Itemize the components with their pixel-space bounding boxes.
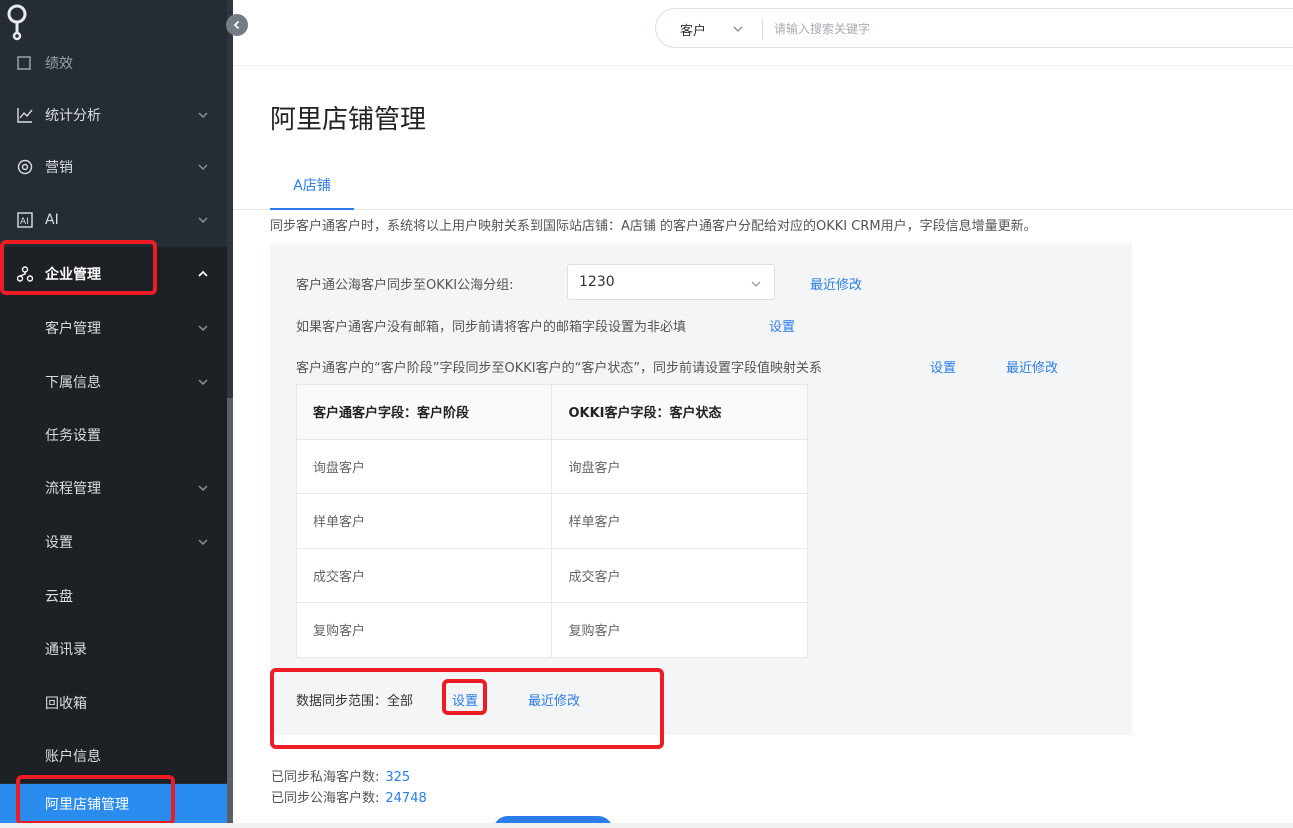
public-pool-group-value: 1230 xyxy=(579,274,615,290)
sidebar-item-recycle-bin[interactable]: 回收箱 xyxy=(0,676,227,730)
chevron-down-icon xyxy=(198,164,208,171)
sync-range-recent-link[interactable]: 最近修改 xyxy=(528,690,580,709)
chevron-down-icon[interactable] xyxy=(732,23,744,35)
table-row: 成交客户 成交客户 xyxy=(295,547,808,603)
search-type-select[interactable]: 客户 xyxy=(680,20,706,39)
table-header-cell: OKKI客户字段：客户状态 xyxy=(551,384,808,440)
table-cell: 样单客户 xyxy=(295,493,553,549)
sidebar-item-enterprise[interactable]: 企业管理 xyxy=(0,247,227,301)
stage-mapping-recent-link[interactable]: 最近修改 xyxy=(1006,357,1058,376)
top-header: 客户 xyxy=(233,0,1293,66)
line-chart-icon xyxy=(17,108,33,123)
chevron-down-icon xyxy=(198,485,208,492)
table-cell: 成交客户 xyxy=(551,547,808,603)
org-chart-icon xyxy=(17,266,33,282)
sidebar-item-subordinate-info[interactable]: 下属信息 xyxy=(0,355,227,409)
sync-range-label: 数据同步范围：全部 xyxy=(296,694,414,709)
chevron-left-icon xyxy=(233,20,240,30)
table-cell: 复购客户 xyxy=(295,602,553,658)
chevron-down-icon xyxy=(198,217,208,224)
table-row: 样单客户 样单客户 xyxy=(295,493,808,549)
search-divider xyxy=(762,18,763,40)
chevron-down-icon xyxy=(198,112,208,119)
table-cell: 复购客户 xyxy=(551,602,808,658)
ai-icon: AI xyxy=(17,212,33,228)
sidebar-item-contacts[interactable]: 通讯录 xyxy=(0,622,227,676)
store-tabs: A店铺 xyxy=(233,160,1293,210)
sidebar-scrollbar[interactable] xyxy=(227,398,233,823)
bottom-edge xyxy=(0,823,1293,828)
sidebar-item-account-info[interactable]: 账户信息 xyxy=(0,729,227,783)
tab-active-indicator xyxy=(270,208,354,210)
recent-changes-link[interactable]: 最近修改 xyxy=(810,274,862,293)
stage-mapping-note: 客户通客户的“客户阶段”字段同步至OKKI客户的“客户状态”，同步前请设置字段值… xyxy=(296,361,823,376)
logo-icon xyxy=(7,4,27,41)
chevron-down-icon xyxy=(198,325,208,332)
chevron-down-icon xyxy=(751,281,761,287)
sync-settings-panel: 客户通公海客户同步至OKKI公海分组: 1230 最近修改 如果客户通客户没有邮… xyxy=(270,243,1132,735)
search-input[interactable] xyxy=(774,18,1274,40)
stage-mapping-setting-link[interactable]: 设置 xyxy=(930,357,956,376)
sidebar-item-marketing[interactable]: 营销 xyxy=(0,140,227,194)
page-title: 阿里店铺管理 xyxy=(270,105,427,135)
sidebar-item-cloud-disk[interactable]: 云盘 xyxy=(0,569,227,623)
sidebar-item-workflow[interactable]: 流程管理 xyxy=(0,461,227,515)
sidebar-item-partial[interactable]: 绩效 xyxy=(0,50,227,74)
sidebar-item-task-settings[interactable]: 任务设置 xyxy=(0,408,227,462)
email-setting-link[interactable]: 设置 xyxy=(769,316,795,335)
sync-range-setting-link[interactable]: 设置 xyxy=(452,690,478,709)
public-pool-sync-label: 客户通公海客户同步至OKKI公海分组: xyxy=(296,278,514,293)
table-row: 询盘客户 询盘客户 xyxy=(295,438,808,494)
table-header-cell: 客户通客户字段：客户阶段 xyxy=(295,384,553,440)
field-mapping-table: 客户通客户字段：客户阶段 OKKI客户字段：客户状态 询盘客户 询盘客户 样单客… xyxy=(295,384,808,658)
sidebar-collapse-button[interactable] xyxy=(226,14,248,36)
target-icon xyxy=(17,159,33,175)
public-pool-sync-count: 已同步公海客户数: 24748 xyxy=(271,791,427,806)
table-cell: 样单客户 xyxy=(551,493,808,549)
private-pool-sync-count: 已同步私海客户数: 325 xyxy=(271,770,411,785)
table-cell: 询盘客户 xyxy=(551,438,808,494)
sync-description: 同步客户通客户时，系统将以上用户映射关系到国际站店铺：A店铺 的客户通客户分配给… xyxy=(270,219,1037,234)
sidebar-item-settings[interactable]: 设置 xyxy=(0,515,227,569)
global-search: 客户 xyxy=(655,8,1293,48)
sidebar: 绩效 统计分析 营销 AI AI 企业管理 客户管理 下属信息 任务设置 流程管… xyxy=(0,0,227,828)
sidebar-item-ali-store-management[interactable]: 阿里店铺管理 xyxy=(0,784,227,824)
chevron-up-icon xyxy=(198,270,208,277)
sidebar-item-customer-management[interactable]: 客户管理 xyxy=(0,301,227,355)
table-cell: 询盘客户 xyxy=(295,438,553,494)
public-pool-group-select[interactable]: 1230 xyxy=(567,264,775,300)
table-cell: 成交客户 xyxy=(295,547,553,603)
sidebar-item-analytics[interactable]: 统计分析 xyxy=(0,88,227,142)
tab-a-store[interactable]: A店铺 xyxy=(270,160,354,210)
chevron-down-icon xyxy=(198,379,208,386)
svg-text:AI: AI xyxy=(20,217,29,227)
table-row: 复购客户 复购客户 xyxy=(295,602,808,658)
table-header-row: 客户通客户字段：客户阶段 OKKI客户字段：客户状态 xyxy=(295,384,808,440)
chevron-down-icon xyxy=(198,539,208,546)
clipboard-icon xyxy=(17,56,31,70)
sidebar-item-ai[interactable]: AI AI xyxy=(0,193,227,247)
email-field-note: 如果客户通客户没有邮箱，同步前请将客户的邮箱字段设置为非必填 xyxy=(296,320,687,335)
